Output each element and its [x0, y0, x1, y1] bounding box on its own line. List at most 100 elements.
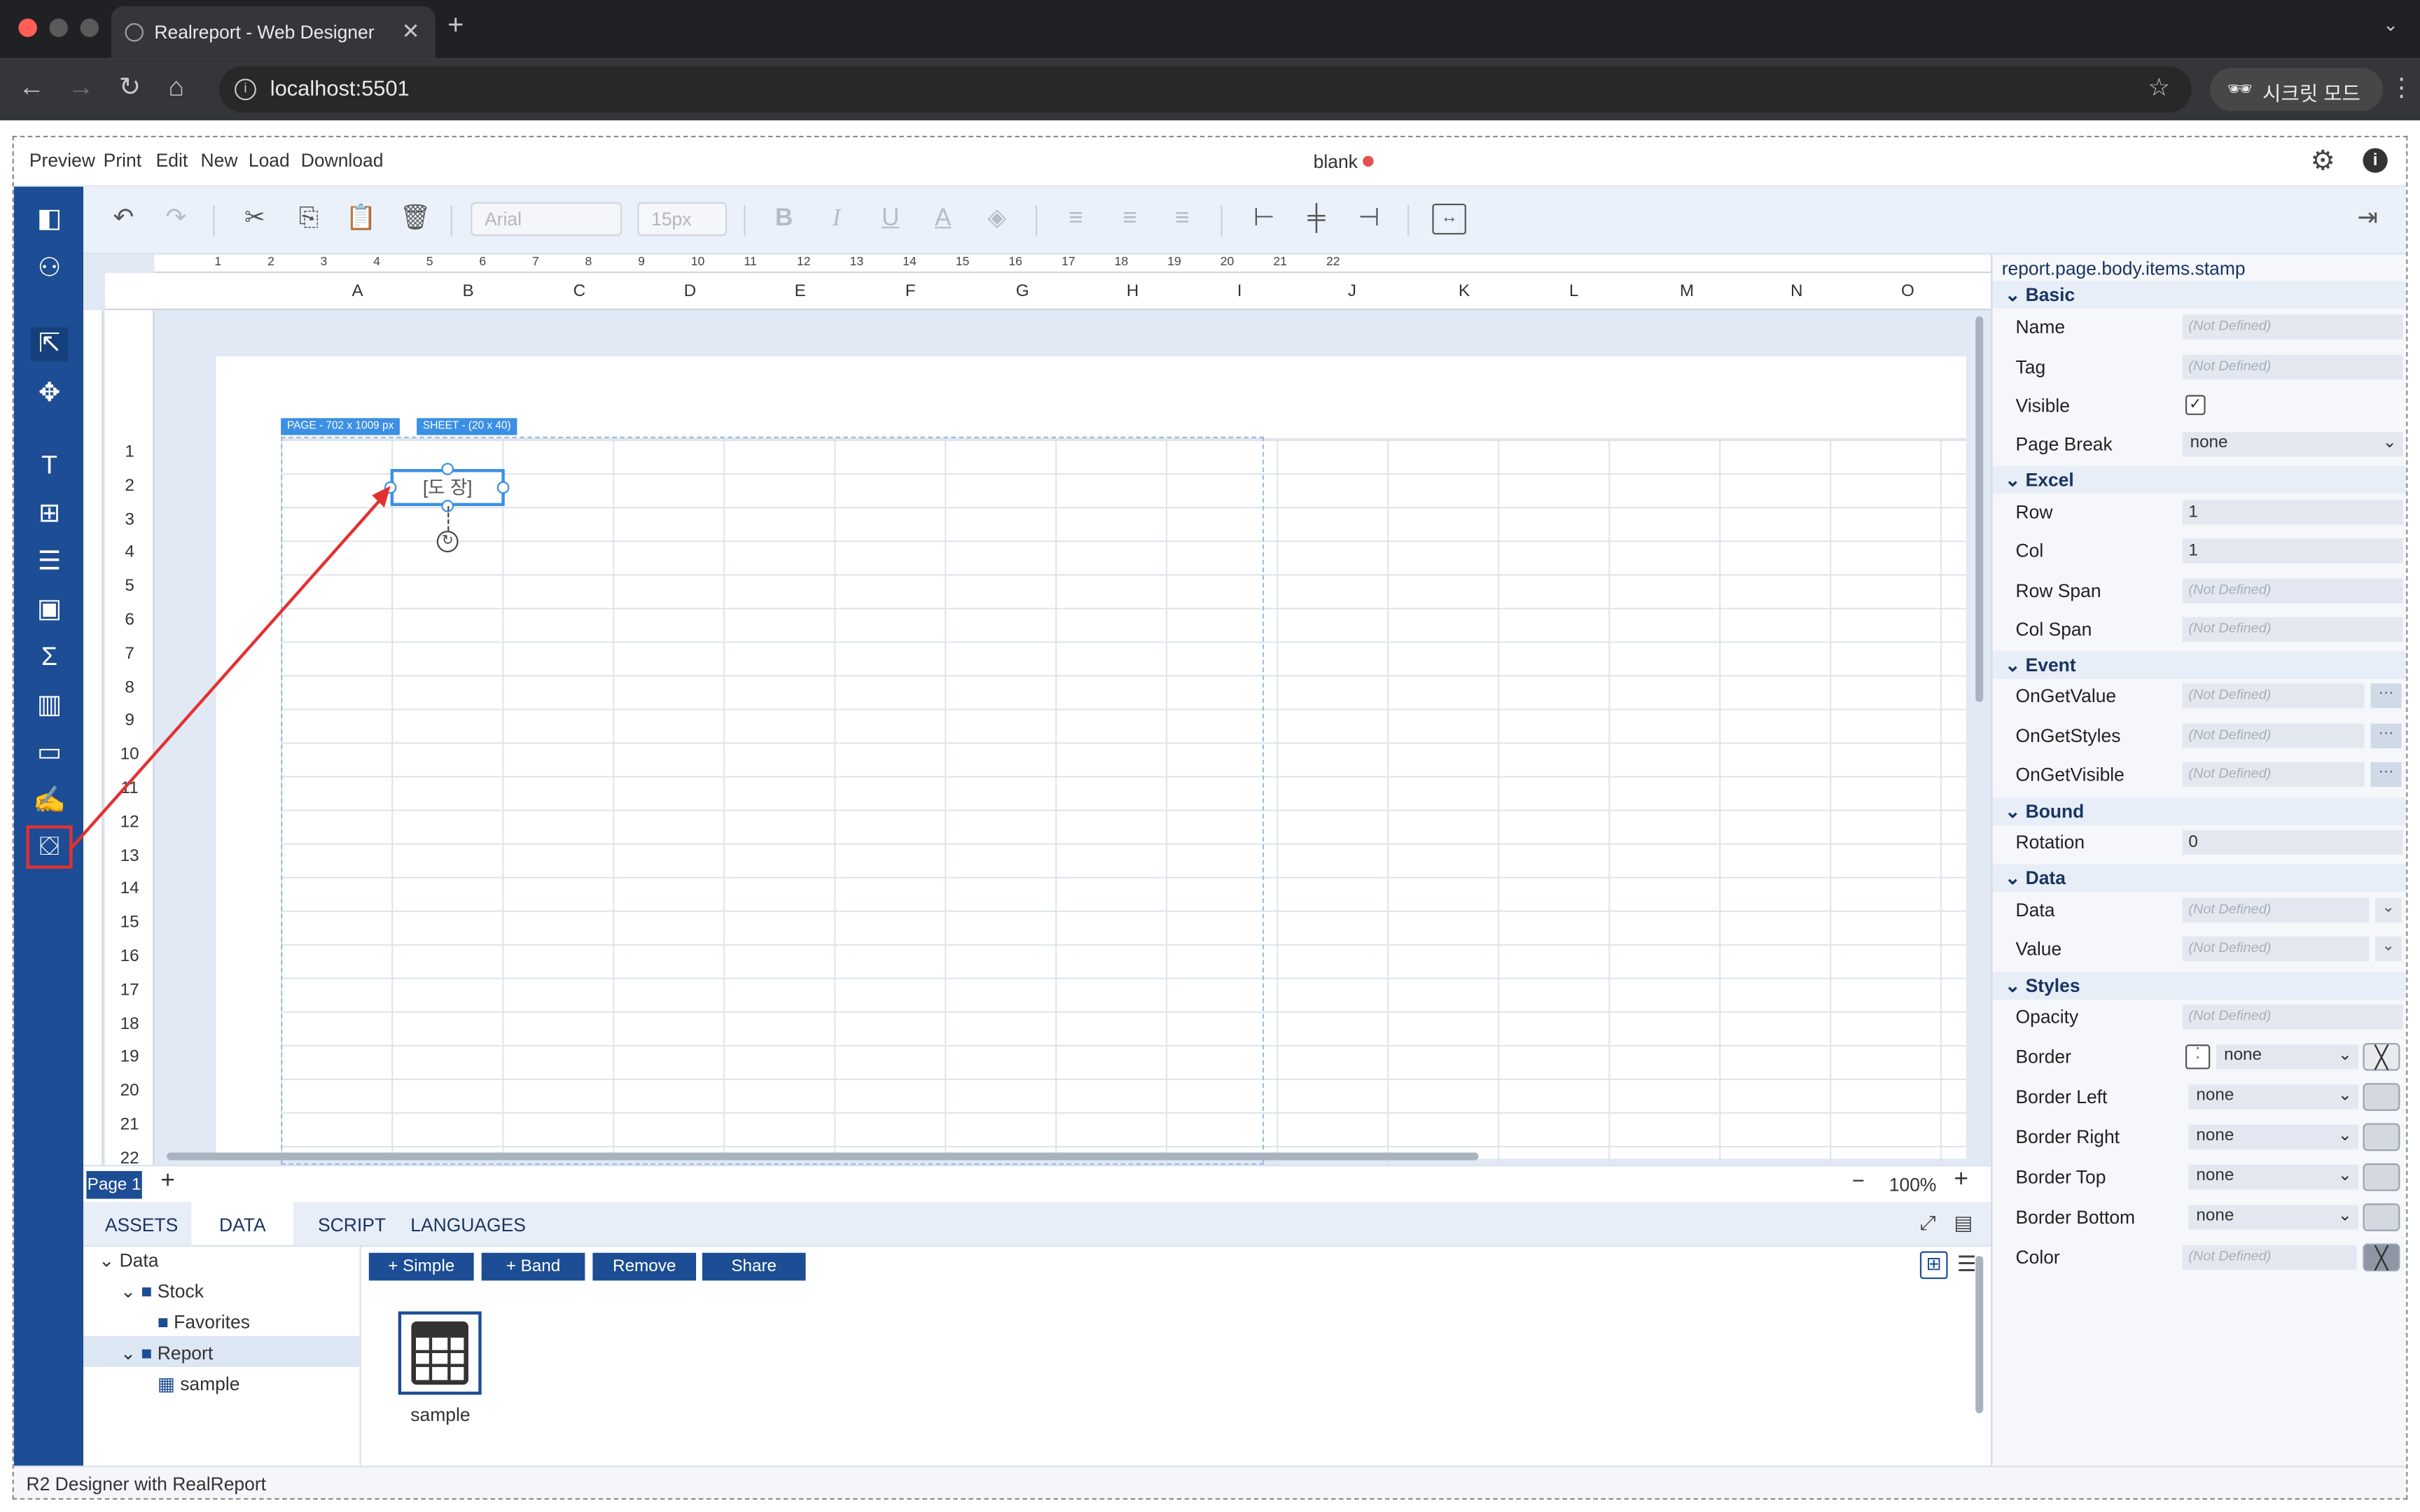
tree-node-sample[interactable]: ▦ sample: [158, 1373, 240, 1395]
browser-tab[interactable]: Realreport - Web Designer ✕: [111, 6, 436, 59]
expand-icon[interactable]: ⤢: [1920, 1211, 1936, 1236]
chevron-down-icon: ⌄: [2337, 1046, 2353, 1065]
edit-script-button[interactable]: ···: [2370, 683, 2402, 708]
tree-node-data[interactable]: ⌄ Data: [99, 1250, 158, 1271]
prop-color-input[interactable]: (Not Defined): [2182, 1245, 2357, 1270]
prop-opacity-input[interactable]: (Not Defined): [2182, 1004, 2403, 1030]
tab-data[interactable]: DATA: [191, 1201, 294, 1245]
page-break-value: none: [2190, 433, 2228, 452]
border-top-color-swatch[interactable]: [2363, 1163, 2400, 1191]
add-page-icon[interactable]: +: [160, 1168, 175, 1196]
section-bound[interactable]: ⌄ Bound: [1992, 797, 2407, 826]
page-bar: Page 1 + − 100% +: [83, 1165, 1991, 1202]
close-tab-icon[interactable]: ✕: [402, 18, 420, 44]
section-excel[interactable]: ⌄ Excel: [1992, 465, 2407, 494]
prop-label-data: Data: [2015, 899, 2055, 921]
prop-ongetvalue-input[interactable]: (Not Defined): [2182, 683, 2365, 708]
section-label: Basic: [2025, 284, 2075, 306]
visible-checkbox[interactable]: ✓: [2185, 395, 2206, 415]
forward-icon[interactable]: →: [68, 73, 94, 104]
remove-button[interactable]: Remove: [592, 1252, 697, 1281]
maximize-window-button[interactable]: [80, 18, 99, 37]
border-color-swatch[interactable]: ╳: [2363, 1042, 2400, 1071]
tree-node-stock[interactable]: ⌄ ■ Stock: [120, 1280, 204, 1302]
calculator-icon: [411, 1321, 468, 1385]
new-tab-icon[interactable]: +: [447, 9, 464, 41]
back-icon[interactable]: ←: [18, 73, 44, 104]
border-right-select[interactable]: none ⌄: [2188, 1124, 2358, 1150]
prop-rotation-input[interactable]: 0: [2182, 830, 2403, 855]
border-style-icon[interactable]: ⁚: [2185, 1044, 2211, 1070]
border-left-color-swatch[interactable]: [2363, 1083, 2400, 1111]
section-label: Event: [2025, 654, 2076, 676]
incognito-indicator[interactable]: 🕶 시크릿 모드: [2210, 67, 2384, 111]
browser-menu-icon[interactable]: ⋮: [2389, 73, 2414, 104]
border-top-value: none: [2196, 1166, 2234, 1185]
bookmark-star-icon[interactable]: ☆: [2148, 73, 2170, 104]
edit-script-button[interactable]: ···: [2370, 723, 2402, 748]
reload-icon[interactable]: ↻: [119, 73, 141, 104]
section-label: Excel: [2025, 469, 2074, 491]
section-styles[interactable]: ⌄ Styles: [1992, 972, 2407, 1000]
prop-label-tag: Tag: [2015, 356, 2046, 379]
prop-name-input[interactable]: (Not Defined): [2182, 314, 2403, 340]
prop-ongetstyles-input[interactable]: (Not Defined): [2182, 723, 2365, 748]
section-label: Data: [2025, 867, 2066, 889]
color-swatch[interactable]: ╳: [2363, 1243, 2400, 1272]
section-data[interactable]: ⌄ Data: [1992, 864, 2407, 892]
browser-toolbar: ← → ↻ ⌂ i localhost:5501 ☆ 🕶 시크릿 모드 ⋮: [0, 58, 2420, 120]
zoom-level: 100%: [1889, 1174, 1937, 1196]
prop-ongetvisible-input[interactable]: (Not Defined): [2182, 762, 2365, 788]
border-left-select[interactable]: none ⌄: [2188, 1084, 2358, 1110]
minimize-window-button[interactable]: [49, 18, 68, 37]
chevron-down-icon[interactable]: ⌄: [2375, 897, 2402, 923]
prop-row-input[interactable]: 1: [2182, 500, 2403, 525]
zoom-in-icon[interactable]: +: [1954, 1166, 1968, 1194]
sample-dataset-item[interactable]: [398, 1311, 482, 1395]
prop-label-opacity: Opacity: [2015, 1006, 2079, 1028]
page-break-select[interactable]: none ⌄: [2182, 432, 2403, 457]
chevron-down-icon[interactable]: ⌄: [2375, 936, 2402, 962]
prop-label-value: Value: [2015, 938, 2062, 960]
edit-script-button[interactable]: ···: [2370, 762, 2402, 788]
prop-label-ongetvalue: OnGetValue: [2015, 685, 2117, 707]
panel-options-icon[interactable]: ▤: [1954, 1211, 1973, 1236]
page-tab[interactable]: Page 1: [86, 1170, 142, 1199]
tab-title: Realreport - Web Designer: [154, 21, 375, 43]
tree-label: sample: [180, 1373, 240, 1395]
home-icon[interactable]: ⌂: [168, 73, 184, 104]
tree-node-report[interactable]: ⌄ ■ Report: [83, 1336, 360, 1367]
prop-row-span-input[interactable]: (Not Defined): [2182, 578, 2403, 603]
site-info-icon[interactable]: i: [235, 78, 256, 101]
border-bottom-color-swatch[interactable]: [2363, 1203, 2400, 1231]
close-window-button[interactable]: [18, 18, 37, 37]
tab-languages[interactable]: LANGUAGES: [392, 1202, 545, 1245]
section-event[interactable]: ⌄ Event: [1992, 651, 2407, 679]
border-top-select[interactable]: none ⌄: [2188, 1165, 2358, 1190]
border-bottom-select[interactable]: none ⌄: [2188, 1205, 2358, 1230]
tree-label: Report: [157, 1342, 214, 1364]
tab-assets[interactable]: ASSETS: [86, 1202, 196, 1245]
grid-view-icon[interactable]: ⊞: [1919, 1251, 1948, 1280]
prop-label-border-top: Border Top: [2015, 1166, 2106, 1189]
add-simple-button[interactable]: + Simple: [368, 1252, 474, 1281]
address-bar[interactable]: i localhost:5501 ☆: [218, 66, 2192, 113]
prop-value-select[interactable]: (Not Defined): [2182, 936, 2370, 962]
tab-script[interactable]: SCRIPT: [300, 1202, 405, 1245]
prop-col-span-input[interactable]: (Not Defined): [2182, 617, 2403, 642]
section-basic[interactable]: ⌄ Basic: [1992, 281, 2407, 309]
border-right-color-swatch[interactable]: [2363, 1123, 2400, 1152]
prop-tag-input[interactable]: (Not Defined): [2182, 354, 2403, 380]
border-select[interactable]: none ⌄: [2216, 1044, 2358, 1070]
chevron-down-icon: ⌄: [2382, 433, 2397, 452]
add-band-button[interactable]: + Band: [481, 1252, 585, 1281]
prop-data-select[interactable]: (Not Defined): [2182, 897, 2370, 923]
chevron-down-icon[interactable]: ⌄: [2383, 14, 2398, 36]
data-scrollbar[interactable]: [1975, 1256, 1984, 1413]
list-view-icon[interactable]: ☰: [1957, 1252, 1977, 1278]
share-button[interactable]: Share: [702, 1252, 806, 1281]
border-value: none: [2224, 1046, 2262, 1065]
tree-node-favorites[interactable]: ■ Favorites: [158, 1311, 250, 1333]
prop-col-input[interactable]: 1: [2182, 538, 2403, 564]
zoom-out-icon[interactable]: −: [1852, 1168, 1865, 1192]
